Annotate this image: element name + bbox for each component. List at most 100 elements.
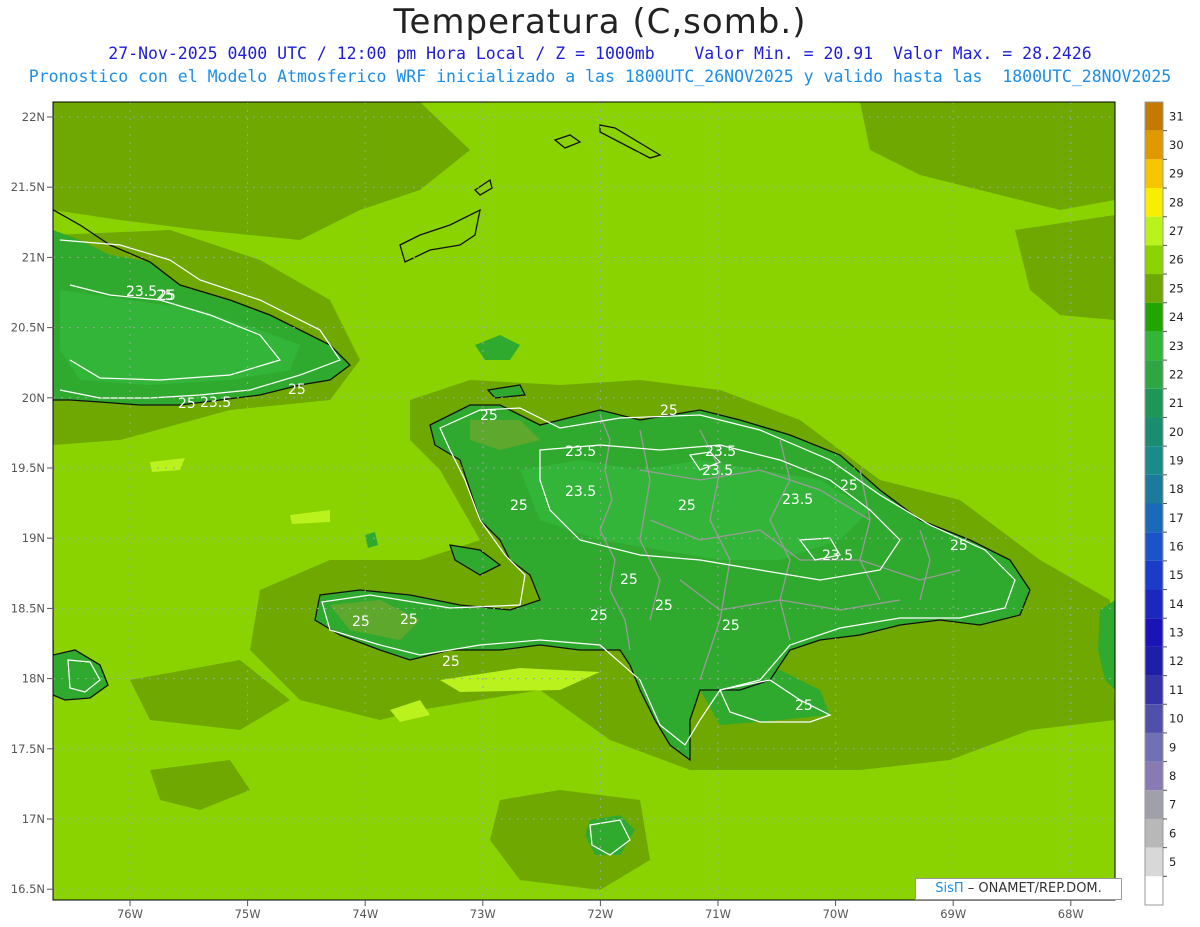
lat-label: 21.5N	[11, 180, 45, 194]
colorbar-label: 14	[1169, 597, 1184, 611]
lon-label: 73W	[470, 907, 496, 921]
colorbar-label: 28	[1169, 195, 1184, 209]
lon-label: 75W	[235, 907, 261, 921]
colorbar-label: 29	[1169, 167, 1184, 181]
contour-label: 25	[678, 498, 696, 514]
lat-label: 20N	[22, 391, 45, 405]
lon-label: 69W	[940, 907, 966, 921]
lat-label: 20.5N	[11, 321, 45, 335]
colorbar-swatch	[1145, 216, 1163, 246]
colorbar-label: 30	[1169, 138, 1184, 152]
colorbar-swatch	[1145, 761, 1163, 791]
colorbar-label: 18	[1169, 482, 1184, 496]
contour-label: 25	[620, 572, 638, 588]
colorbar-swatch	[1145, 876, 1163, 905]
lon-label: 68W	[1058, 907, 1084, 921]
colorbar-label: 12	[1169, 654, 1184, 668]
colorbar-swatch	[1145, 560, 1163, 590]
colorbar-label: 15	[1169, 568, 1184, 582]
lat-label: 19.5N	[11, 461, 45, 475]
lat-label: 16.5N	[11, 882, 45, 896]
lon-label: 74W	[352, 907, 378, 921]
colorbar-swatch	[1145, 818, 1163, 848]
colorbar-label: 11	[1169, 683, 1184, 697]
contour-label: 25	[158, 288, 176, 304]
colorbar-label: 31	[1169, 109, 1184, 123]
colorbar: 31 30 29 28 27 26 25 24 23 22 21 20 19 18 17 16 15 14 13 12…	[1144, 101, 1184, 906]
colorbar-swatch	[1145, 589, 1163, 619]
colorbar-label: 5	[1169, 855, 1176, 869]
colorbar-label: 19	[1169, 453, 1184, 467]
colorbar-label: 25	[1169, 281, 1184, 295]
colorbar-swatch	[1145, 474, 1163, 504]
lon-label: 72W	[587, 907, 613, 921]
lat-label: 18N	[22, 672, 45, 686]
colorbar-swatch	[1145, 675, 1163, 705]
colorbar-label: 16	[1169, 540, 1184, 554]
colorbar-label: 26	[1169, 253, 1184, 267]
credit-org: – ONAMET/REP.DOM.	[963, 881, 1102, 896]
colorbar-swatch	[1145, 388, 1163, 418]
contour-label: 25	[950, 538, 968, 554]
colorbar-swatch	[1145, 704, 1163, 733]
colorbar-swatch	[1145, 646, 1163, 676]
colorbar-label: 9	[1169, 740, 1176, 754]
colorbar-label: 22	[1169, 367, 1184, 381]
colorbar-swatch	[1145, 130, 1163, 160]
contour-label: 23.5	[822, 548, 853, 564]
lat-label: 18.5N	[11, 601, 45, 615]
lat-label: 22N	[22, 110, 45, 124]
contour-label: 23.5	[565, 444, 596, 460]
contour-label: 25	[352, 614, 370, 630]
contour-label: 25	[400, 612, 418, 628]
lon-label: 70W	[823, 907, 849, 921]
lat-label: 19N	[22, 531, 45, 545]
credit-brand: SisΠ	[935, 881, 964, 896]
colorbar-label: 7	[1169, 798, 1176, 812]
lat-label: 17N	[22, 812, 45, 826]
colorbar-label: 6	[1169, 826, 1176, 840]
credit-box: SisΠ – ONAMET/REP.DOM.	[915, 878, 1122, 900]
colorbar-swatch	[1145, 503, 1163, 533]
colorbar-swatch	[1145, 446, 1163, 475]
colorbar-label: 8	[1169, 769, 1176, 783]
contour-label: 23.5	[565, 484, 596, 500]
contour-label: 25	[795, 698, 813, 714]
colorbar-swatch	[1145, 360, 1163, 389]
colorbar-label: 20	[1169, 425, 1184, 439]
temperature-map: 23.52525 23.525 2523.5 23.523.5252523.52523…	[11, 101, 1184, 921]
lon-label: 71W	[705, 907, 731, 921]
contour-label: 25	[722, 618, 740, 634]
contour-label: 25	[442, 654, 460, 670]
colorbar-swatch	[1145, 618, 1163, 647]
colorbar-swatch	[1145, 417, 1163, 447]
contour-label: 23.5	[705, 444, 736, 460]
contour-label: 23.5	[126, 284, 157, 300]
contour-label: 25	[288, 382, 306, 398]
lat-label: 17.5N	[11, 742, 45, 756]
colorbar-label: 21	[1169, 396, 1184, 410]
lat-label: 21N	[22, 250, 45, 264]
colorbar-swatch	[1145, 245, 1163, 275]
contour-label: 25	[660, 403, 678, 419]
colorbar-swatch	[1145, 188, 1163, 217]
colorbar-label: 23	[1169, 339, 1184, 353]
colorbar-swatch	[1145, 732, 1163, 762]
lon-label: 76W	[117, 907, 143, 921]
contour-label: 23.5	[200, 395, 231, 411]
contour-label: 23.5	[782, 492, 813, 508]
colorbar-swatch	[1145, 847, 1163, 877]
contour-label: 25	[590, 608, 608, 624]
colorbar-swatch	[1145, 532, 1163, 561]
colorbar-label: 27	[1169, 224, 1184, 238]
colorbar-swatch	[1145, 790, 1163, 819]
contour-label: 25	[840, 478, 858, 494]
colorbar-label: 10	[1169, 712, 1184, 726]
colorbar-swatch	[1145, 274, 1163, 303]
colorbar-label: 24	[1169, 310, 1184, 324]
contour-label: 23.5	[702, 463, 733, 479]
contour-label: 25	[655, 598, 673, 614]
colorbar-swatch	[1145, 102, 1163, 131]
colorbar-swatch	[1145, 331, 1163, 361]
colorbar-label: 13	[1169, 626, 1184, 640]
